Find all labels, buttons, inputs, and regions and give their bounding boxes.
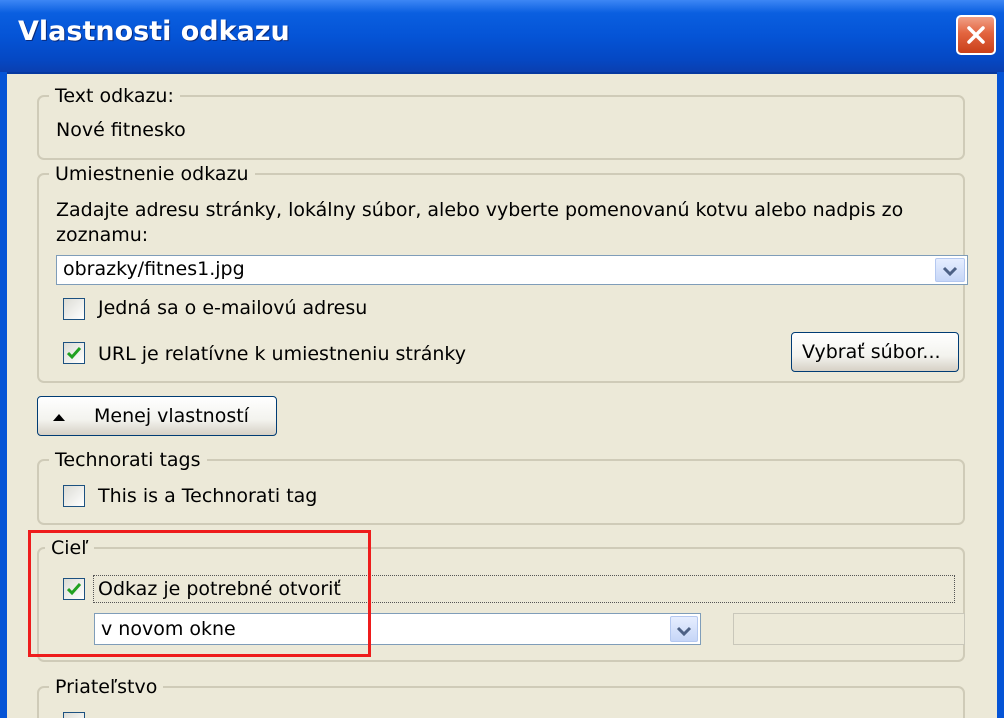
link-text-legend: Text odkazu: <box>49 84 180 108</box>
window-border-right <box>997 72 1004 718</box>
friendship-legend: Priateľstvo <box>49 675 164 699</box>
technorati-legend: Technorati tags <box>49 448 207 472</box>
relative-url-checkbox[interactable] <box>63 342 85 364</box>
link-location-group: Umiestnenie odkazu Zadajte adresu stránk… <box>37 162 968 383</box>
link-properties-dialog: Vlastnosti odkazu Text odkazu: Nové fitn… <box>0 0 1004 718</box>
chevron-down-icon <box>676 626 692 637</box>
close-icon <box>967 26 985 44</box>
window-border-left <box>0 72 7 718</box>
technorati-group: Technorati tags This is a Technorati tag <box>37 448 965 525</box>
triangle-up-icon <box>53 414 65 421</box>
link-text-value: Nové fitnesko <box>56 119 186 141</box>
annotation-highlight <box>28 530 371 657</box>
checkmark-icon <box>67 347 81 360</box>
target-dropdown-button[interactable] <box>670 616 698 642</box>
link-location-legend: Umiestnenie odkazu <box>49 162 255 186</box>
location-instruction-cont: zoznamu: <box>56 224 149 246</box>
url-dropdown-button[interactable] <box>935 258 965 282</box>
url-value: obrazky/fitnes1.jpg <box>63 258 245 280</box>
friendship-group: Priateľstvo <box>37 675 965 718</box>
friendship-checkbox[interactable] <box>63 712 85 718</box>
target-frame-name-field <box>733 613 965 645</box>
fewer-properties-button[interactable]: Menej vlastností <box>37 396 277 436</box>
choose-file-button[interactable]: Vybrať súbor... <box>791 332 959 372</box>
chevron-down-icon <box>942 266 958 277</box>
window-title: Vlastnosti odkazu <box>18 16 290 47</box>
technorati-checkbox-label: This is a Technorati tag <box>98 485 318 507</box>
close-button[interactable] <box>956 15 996 55</box>
email-checkbox[interactable] <box>63 298 85 320</box>
location-instruction: Zadajte adresu stránky, lokálny súbor, a… <box>56 199 904 221</box>
relative-url-label: URL je relatívne k umiestneniu stránky <box>98 343 466 365</box>
link-text-group: Text odkazu: Nové fitnesko <box>37 84 965 160</box>
url-combobox[interactable]: obrazky/fitnes1.jpg <box>56 255 968 285</box>
title-bar[interactable]: Vlastnosti odkazu <box>0 0 1004 74</box>
choose-file-label: Vybrať súbor... <box>802 341 941 363</box>
fewer-properties-label: Menej vlastností <box>94 405 249 427</box>
technorati-checkbox[interactable] <box>63 485 85 507</box>
email-checkbox-label: Jedná sa o e-mailovú adresu <box>98 297 368 319</box>
